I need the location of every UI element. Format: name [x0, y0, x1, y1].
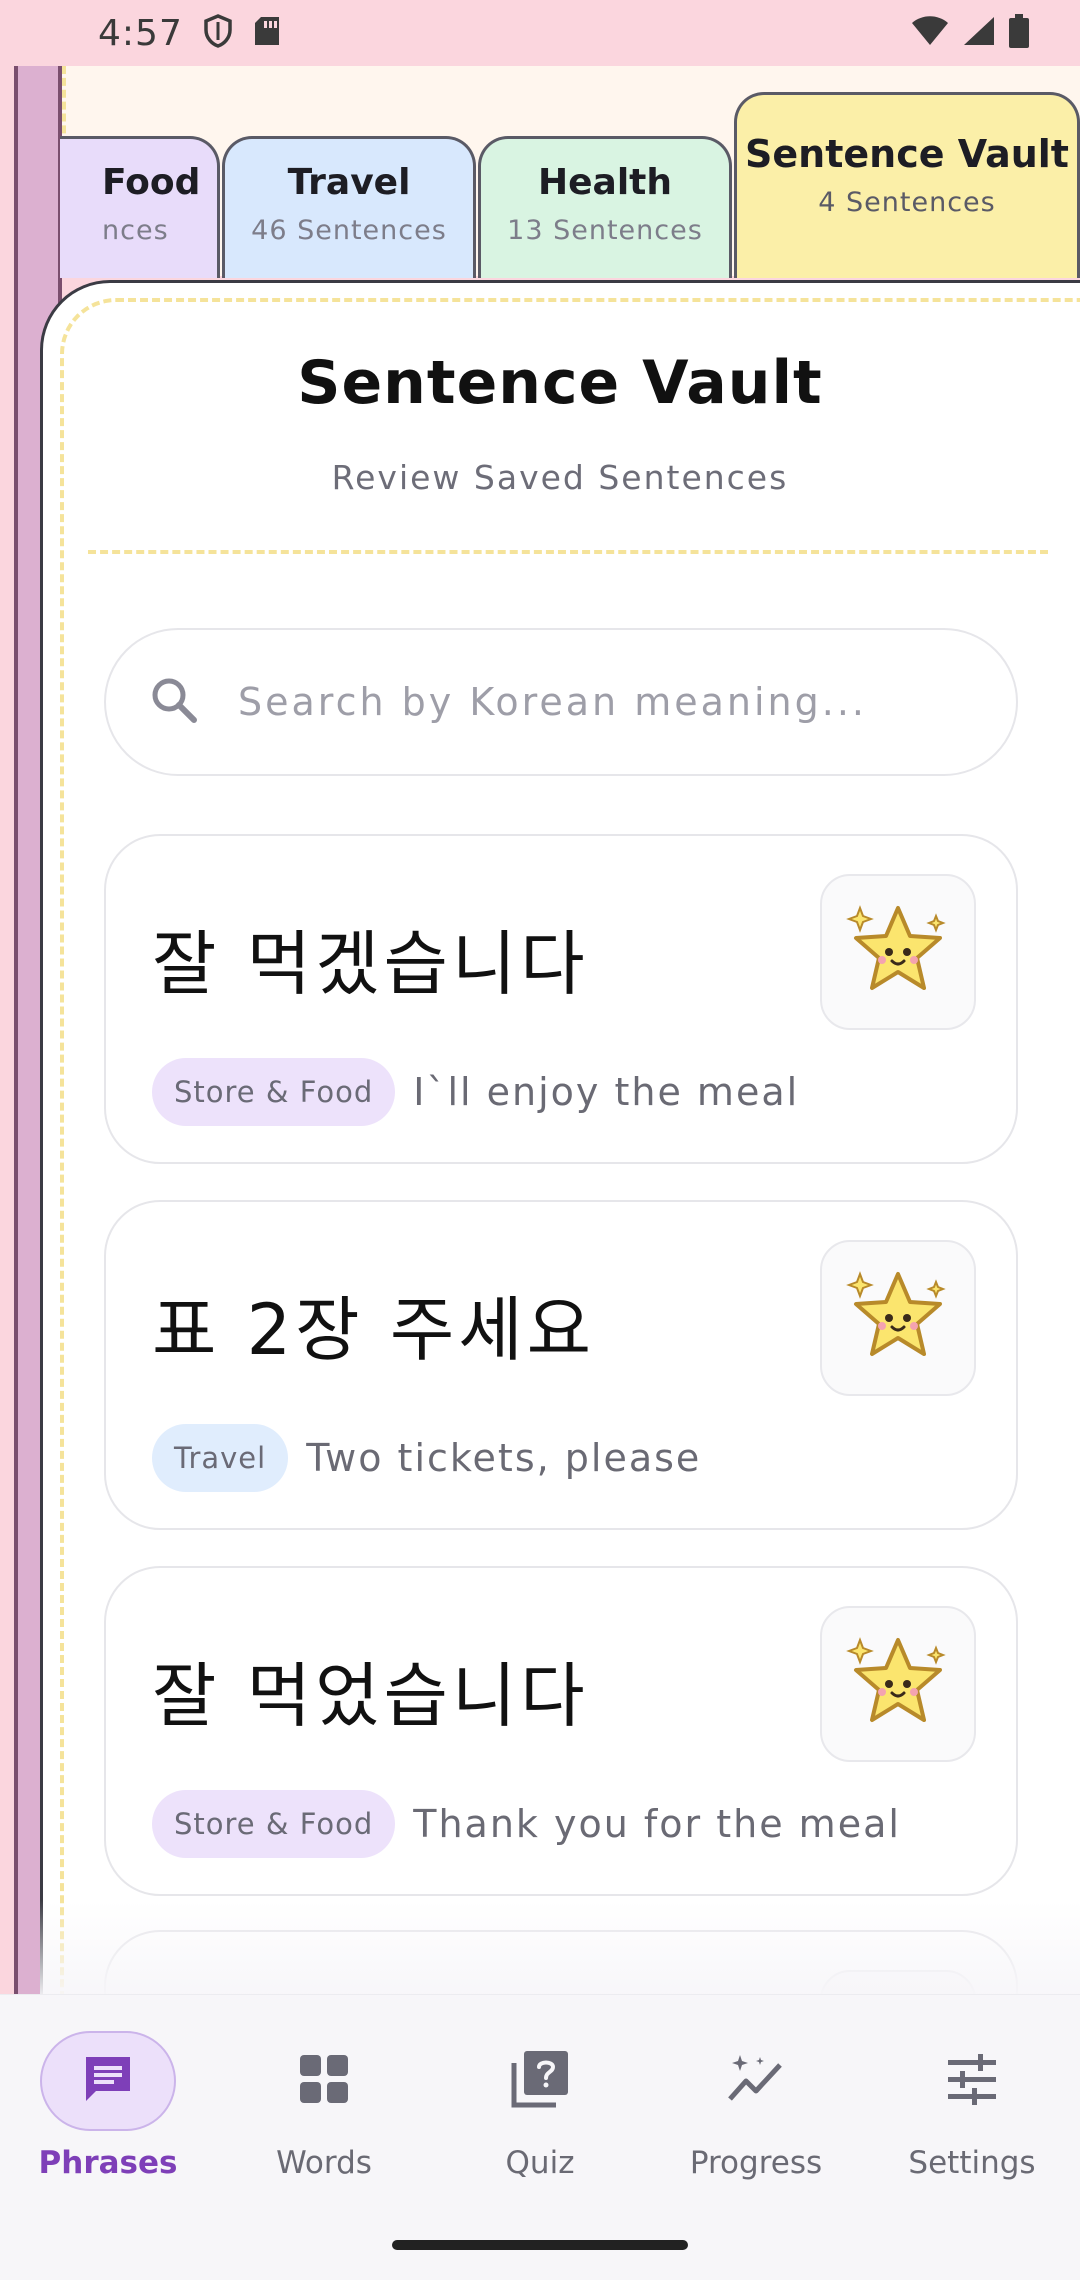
category-badge: Travel [152, 1424, 289, 1492]
sentence-english: I`ll enjoy the meal [413, 1070, 800, 1114]
bottom-nav: Phrases Words Quiz Progress Settings [0, 1994, 1080, 2280]
favorite-star-button[interactable] [820, 1606, 976, 1762]
page-title: Sentence Vault [297, 348, 823, 418]
sentence-english: Two tickets, please [306, 1436, 702, 1480]
nav-progress[interactable]: Progress [648, 1995, 864, 2215]
status-bar: 4:57 [0, 0, 1080, 66]
nav-settings[interactable]: Settings [864, 1995, 1080, 2215]
tab-health[interactable]: Health 13 Sentences [478, 136, 732, 278]
tab-travel[interactable]: Travel 46 Sentences [222, 136, 476, 278]
sentence-korean: 잘 먹겠습니다 [152, 923, 589, 1005]
nav-label: Progress [689, 2145, 823, 2181]
tab-sentence-vault[interactable]: Sentence Vault 4 Sentences [734, 92, 1080, 278]
status-time: 4:57 [98, 12, 183, 54]
sentence-card[interactable]: 잘 먹겠습니다 Store & Food I`ll enjoy the meal [104, 834, 1018, 1164]
search-box[interactable] [104, 628, 1018, 776]
search-icon [148, 674, 200, 730]
nav-phrases[interactable]: Phrases [0, 1995, 216, 2215]
star-icon [842, 1260, 954, 1376]
sd-card-icon [253, 15, 281, 51]
category-badge: Store & Food [152, 1790, 396, 1858]
star-icon [842, 1626, 954, 1742]
page-subtitle: Review Saved Sentences [331, 458, 789, 497]
nav-label: Settings [908, 2145, 1036, 2181]
nav-quiz[interactable]: Quiz [432, 1995, 648, 2215]
sparkle-chart-icon [726, 2051, 786, 2111]
tab-subtitle: 4 Sentences [818, 187, 996, 218]
nav-words[interactable]: Words [216, 1995, 432, 2215]
sentence-korean: 표 2장 주세요 [152, 1289, 596, 1371]
grid-icon [296, 2051, 352, 2111]
nav-label: Quiz [505, 2145, 575, 2181]
sentence-card[interactable]: 잘 먹었습니다 Store & Food Thank you for the m… [104, 1566, 1018, 1896]
shield-icon [203, 14, 233, 52]
tab-title: Travel [287, 162, 411, 203]
chat-icon [80, 2051, 136, 2111]
tab-title: Health [537, 162, 672, 203]
nav-label: Words [276, 2145, 372, 2181]
sentence-korean: 잘 먹었습니다 [152, 1655, 589, 1737]
tab-food[interactable]: Food nces [60, 136, 220, 278]
signal-icon [962, 15, 996, 51]
sentence-english: Thank you for the meal [413, 1802, 901, 1846]
tab-title: Food [102, 162, 201, 203]
nav-label: Phrases [38, 2145, 178, 2181]
tab-subtitle: 46 Sentences [251, 215, 447, 246]
search-input[interactable] [238, 680, 998, 724]
battery-icon [1008, 14, 1030, 52]
favorite-star-button[interactable] [820, 1240, 976, 1396]
star-icon [842, 894, 954, 1010]
home-indicator[interactable] [392, 2240, 688, 2250]
sentence-card[interactable]: 표 2장 주세요 Travel Two tickets, please [104, 1200, 1018, 1530]
tab-subtitle: nces [102, 215, 169, 246]
tab-title: Sentence Vault [745, 132, 1069, 176]
quiz-icon [510, 2049, 570, 2113]
favorite-star-button[interactable] [820, 874, 976, 1030]
scroll-fade [40, 1900, 1080, 2000]
category-badge: Store & Food [152, 1058, 396, 1126]
sliders-icon [944, 2051, 1000, 2111]
tab-subtitle: 13 Sentences [507, 215, 703, 246]
wifi-icon [910, 15, 950, 51]
header-divider [88, 550, 1048, 554]
